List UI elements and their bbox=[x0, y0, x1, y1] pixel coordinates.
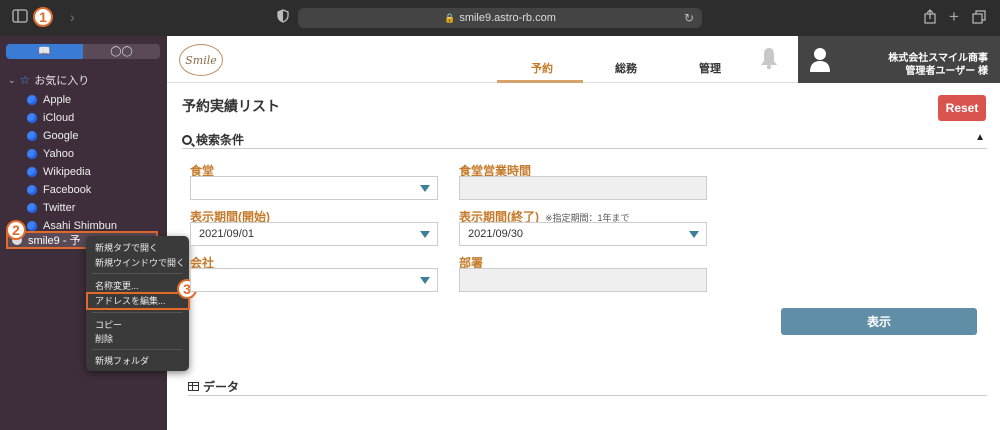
privacy-shield-icon[interactable] bbox=[277, 9, 289, 26]
forward-icon[interactable]: › bbox=[70, 9, 75, 25]
menu-delete[interactable]: 削除 bbox=[95, 333, 113, 345]
menu-copy[interactable]: コピー bbox=[95, 319, 122, 331]
user-name: 管理者ユーザー 様 bbox=[905, 66, 988, 77]
highlight-edit-address bbox=[86, 292, 190, 310]
bookmark-label: Apple bbox=[43, 94, 72, 106]
bookmark-apple[interactable]: Apple bbox=[27, 91, 117, 109]
globe-icon bbox=[27, 131, 37, 141]
menu-separator bbox=[92, 312, 182, 313]
globe-icon bbox=[27, 95, 37, 105]
data-label: データ bbox=[203, 380, 240, 394]
bookmark-facebook[interactable]: Facebook bbox=[27, 181, 117, 199]
dropdown-caret-icon bbox=[689, 231, 699, 238]
address-bar[interactable]: 🔒 smile9.astro-rb.com ↻ bbox=[298, 8, 702, 28]
new-tab-icon[interactable]: + bbox=[949, 7, 959, 27]
bookmark-yahoo[interactable]: Yahoo bbox=[27, 145, 117, 163]
start-period-value: 2021/09/01 bbox=[199, 228, 255, 240]
hours-field bbox=[459, 176, 707, 200]
bookmark-label: Wikipedia bbox=[43, 166, 91, 178]
tab-general-affairs[interactable]: 総務 bbox=[615, 60, 637, 76]
department-field bbox=[459, 268, 707, 292]
show-button[interactable]: 表示 bbox=[781, 308, 977, 335]
end-period-value: 2021/09/30 bbox=[468, 228, 524, 240]
company-select[interactable] bbox=[190, 268, 438, 292]
table-icon bbox=[188, 382, 199, 391]
cafeteria-select[interactable] bbox=[190, 176, 438, 200]
data-section-header: データ bbox=[188, 378, 987, 396]
globe-icon bbox=[27, 113, 37, 123]
bookmark-wikipedia[interactable]: Wikipedia bbox=[27, 163, 117, 181]
end-period-select[interactable]: 2021/09/30 bbox=[459, 222, 707, 246]
menu-new-folder[interactable]: 新規フォルダ bbox=[95, 355, 149, 367]
globe-icon bbox=[27, 185, 37, 195]
bookmark-google[interactable]: Google bbox=[27, 127, 117, 145]
browser-toolbar: 1 › 🔒 smile9.astro-rb.com ↻ + bbox=[0, 0, 1000, 36]
callout-badge-2: 2 bbox=[6, 220, 26, 240]
start-period-select[interactable]: 2021/09/01 bbox=[190, 222, 438, 246]
reset-button[interactable]: Reset bbox=[938, 95, 986, 121]
bookmark-label: Google bbox=[43, 130, 79, 142]
callout-badge-1: 1 bbox=[33, 7, 53, 27]
reload-icon[interactable]: ↻ bbox=[684, 11, 694, 25]
sidebar-segment-control: 📖 ◯◯ bbox=[6, 44, 160, 59]
user-avatar-icon bbox=[809, 47, 831, 73]
bookmark-label: iCloud bbox=[43, 112, 75, 124]
page-title: 予約実績リスト bbox=[182, 98, 280, 114]
globe-icon bbox=[27, 149, 37, 159]
menu-open-new-tab[interactable]: 新規タブで開く bbox=[95, 242, 158, 254]
globe-icon bbox=[27, 167, 37, 177]
search-conditions-header: 検索条件 ▲ bbox=[182, 131, 987, 149]
dropdown-caret-icon bbox=[420, 231, 430, 238]
bell-icon[interactable] bbox=[760, 46, 778, 70]
globe-icon bbox=[27, 221, 37, 231]
app-header: Smile 予約 総務 管理 株式会社スマイル商事 管理者ユーザー 様 bbox=[167, 36, 1000, 83]
globe-icon bbox=[27, 203, 37, 213]
active-tab-indicator bbox=[497, 80, 583, 83]
dropdown-caret-icon bbox=[420, 277, 430, 284]
lock-icon: 🔒 bbox=[444, 12, 456, 23]
search-icon bbox=[182, 134, 192, 145]
share-icon[interactable] bbox=[924, 9, 936, 27]
tab-reservation[interactable]: 予約 bbox=[531, 60, 553, 76]
favorites-list: Apple iCloud Google Yahoo Wikipedia Face… bbox=[27, 91, 117, 235]
favorites-label: お気に入り bbox=[34, 75, 90, 87]
bookmark-label: Facebook bbox=[43, 184, 92, 196]
sidebar-toggle-icon[interactable] bbox=[12, 9, 28, 26]
bookmark-twitter[interactable]: Twitter bbox=[27, 199, 117, 217]
menu-open-new-window[interactable]: 新規ウインドウで開く bbox=[95, 257, 185, 269]
search-conditions-label: 検索条件 bbox=[196, 133, 245, 147]
bookmark-label: smile9 - 予 bbox=[28, 235, 81, 247]
tab-admin[interactable]: 管理 bbox=[699, 60, 721, 76]
star-icon: ☆ bbox=[19, 73, 31, 87]
bookmark-label: Yahoo bbox=[43, 148, 74, 160]
reading-list-tab-icon[interactable]: ◯◯ bbox=[83, 44, 160, 59]
menu-separator bbox=[92, 273, 182, 274]
bookmark-label: Twitter bbox=[43, 202, 76, 214]
bookmarks-tab-icon[interactable]: 📖 bbox=[6, 44, 83, 59]
smile-logo[interactable]: Smile bbox=[179, 44, 223, 76]
chevron-up-icon[interactable]: ▲ bbox=[975, 132, 985, 143]
menu-rename[interactable]: 名称変更... bbox=[95, 280, 139, 292]
tab-overview-icon[interactable] bbox=[972, 10, 986, 27]
bookmark-icloud[interactable]: iCloud bbox=[27, 109, 117, 127]
user-panel[interactable]: 株式会社スマイル商事 管理者ユーザー 様 bbox=[798, 36, 1000, 83]
dropdown-caret-icon bbox=[420, 185, 430, 192]
address-text: smile9.astro-rb.com bbox=[459, 12, 556, 24]
chevron-down-icon: ⌄ bbox=[8, 74, 16, 85]
favorites-folder[interactable]: ⌄ ☆ お気に入り bbox=[8, 72, 89, 88]
menu-separator bbox=[92, 349, 182, 350]
